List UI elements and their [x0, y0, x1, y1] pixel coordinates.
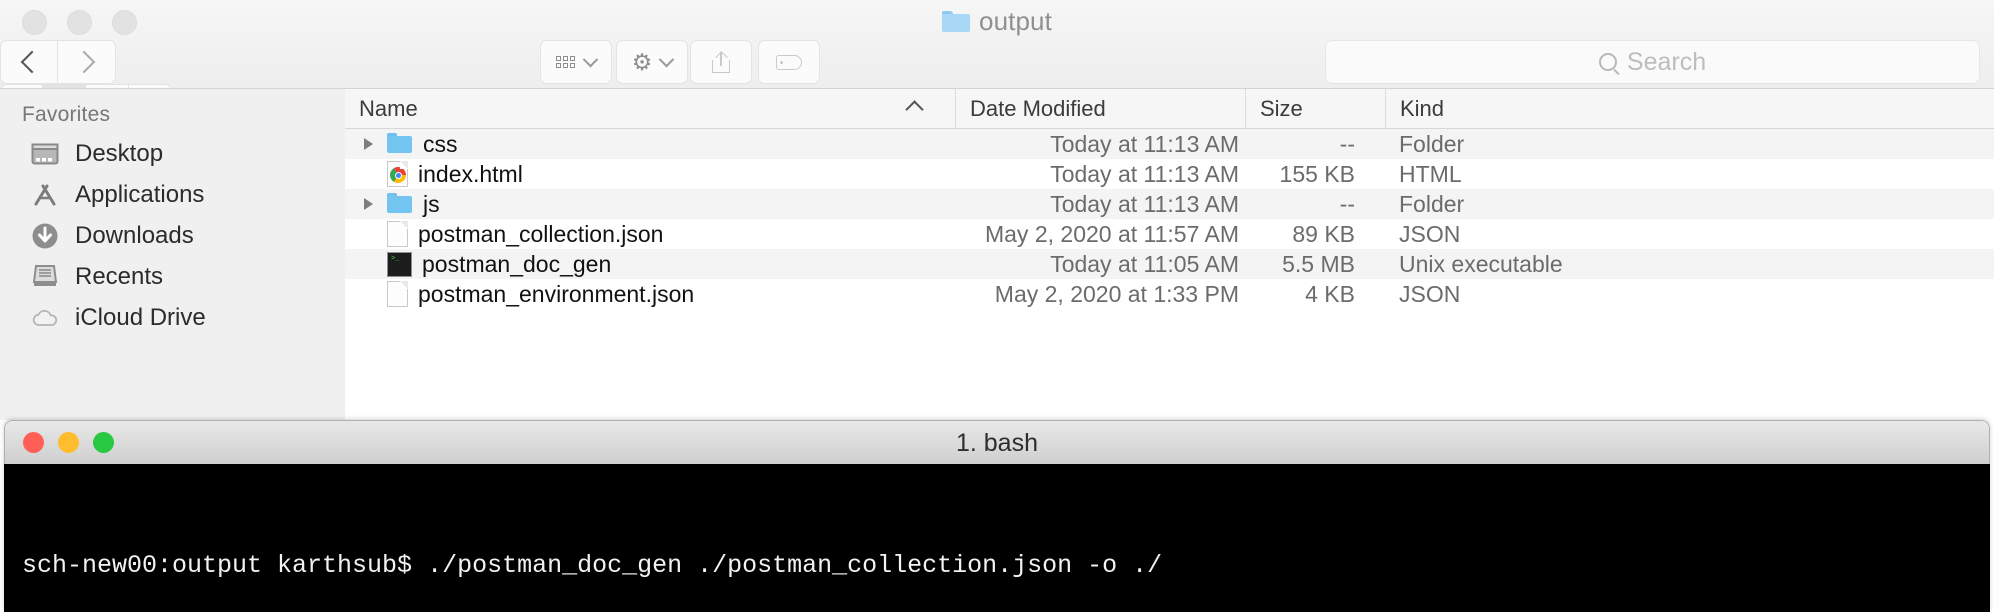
recents-icon [30, 262, 59, 291]
blank-document-icon [387, 281, 408, 307]
file-size-cell: 89 KB [1292, 220, 1355, 247]
action-menu-button[interactable]: ⚙ [616, 40, 688, 84]
file-name-cell: index.html [345, 159, 955, 189]
chevron-left-icon [20, 50, 43, 74]
sidebar-item-label: iCloud Drive [75, 303, 206, 331]
chevron-down-icon [659, 51, 675, 67]
gear-icon: ⚙ [631, 48, 653, 75]
column-header-row: Name Date Modified Size Kind [345, 89, 1994, 129]
finder-titlebar: output ⚙ Search [0, 0, 1994, 128]
sidebar-item-downloads[interactable]: Downloads [0, 215, 345, 256]
window-title: output [0, 6, 1994, 37]
file-name: postman_doc_gen [422, 250, 612, 277]
file-size-cell: 155 KB [1279, 160, 1355, 187]
file-date-cell: Today at 11:13 AM [1050, 130, 1239, 157]
file-date-cell: May 2, 2020 at 1:33 PM [994, 280, 1239, 307]
folder-icon [942, 11, 971, 32]
table-row[interactable]: postman_environment.json May 2, 2020 at … [345, 279, 1994, 309]
table-row[interactable]: js Today at 11:13 AM -- Folder [345, 189, 1994, 219]
sidebar-item-recents[interactable]: Recents [0, 256, 345, 297]
file-name-cell: postman_environment.json [345, 279, 955, 309]
folder-icon [387, 131, 413, 157]
sidebar-item-applications[interactable]: Applications [0, 174, 345, 215]
table-row[interactable]: postman_collection.json May 2, 2020 at 1… [345, 219, 1994, 249]
sidebar-item-label: Applications [75, 180, 205, 208]
search-field[interactable]: Search [1325, 40, 1980, 84]
file-name: css [423, 130, 458, 157]
share-icon [712, 50, 730, 73]
sidebar-item-desktop[interactable]: Desktop [0, 133, 345, 174]
file-size-cell: 4 KB [1305, 280, 1355, 307]
terminal-output[interactable]: sch-new00:output karthsub$ ./postman_doc… [4, 464, 1990, 612]
disclosure-triangle-icon[interactable] [359, 138, 377, 150]
finder-toolbar: ⚙ Search [0, 40, 1994, 128]
file-kind-cell: HTML [1399, 160, 1462, 187]
file-size-cell: 5.5 MB [1282, 250, 1355, 277]
screen: output ⚙ Search Favorites Desktop Applic… [0, 0, 1994, 612]
file-name: index.html [418, 160, 523, 187]
forward-button[interactable] [58, 40, 116, 84]
column-header-kind[interactable]: Kind [1385, 89, 1994, 128]
applications-icon [30, 180, 59, 209]
file-date-cell: Today at 11:13 AM [1050, 160, 1239, 187]
file-name: js [423, 190, 440, 217]
finder-sidebar: Favorites Desktop Applications Downloads [0, 88, 345, 420]
file-name-cell: postman_collection.json [345, 219, 955, 249]
terminal-title-text: 1. bash [955, 428, 1038, 457]
chevron-right-icon [72, 50, 96, 74]
tag-icon [776, 54, 802, 70]
sidebar-item-label: Desktop [75, 139, 164, 167]
file-kind-cell: JSON [1399, 220, 1461, 247]
column-header-size[interactable]: Size [1245, 89, 1385, 128]
disclosure-triangle-icon[interactable] [359, 198, 377, 210]
arrange-by-button[interactable] [540, 40, 612, 84]
terminal-window: 1. bash sch-new00:output karthsub$ ./pos… [4, 420, 1990, 612]
downloads-icon [30, 221, 59, 250]
chrome-html-document-icon [387, 161, 408, 187]
file-size-cell: -- [1339, 190, 1355, 217]
file-kind-cell: Folder [1399, 130, 1465, 157]
file-name-cell: >_ postman_doc_gen [345, 249, 955, 279]
file-name-cell: js [345, 189, 955, 219]
unix-executable-icon: >_ [387, 251, 412, 277]
column-header-name[interactable]: Name [345, 89, 955, 128]
folder-icon [387, 191, 413, 217]
finder-window: output ⚙ Search Favorites Desktop Applic… [0, 0, 1994, 420]
file-date-cell: May 2, 2020 at 11:57 AM [984, 220, 1239, 247]
file-date-cell: Today at 11:13 AM [1050, 190, 1239, 217]
sidebar-item-label: Recents [75, 262, 164, 290]
file-name: postman_collection.json [418, 220, 664, 247]
file-name: postman_environment.json [418, 280, 695, 307]
file-list: Name Date Modified Size Kind css Today a… [345, 88, 1994, 420]
share-button[interactable] [690, 40, 752, 84]
file-kind-cell: JSON [1399, 280, 1461, 307]
sidebar-section-favorites: Favorites [22, 103, 111, 126]
table-row[interactable]: css Today at 11:13 AM -- Folder [345, 129, 1994, 159]
file-date-cell: Today at 11:05 AM [1050, 250, 1239, 277]
sort-ascending-icon [905, 100, 924, 119]
chevron-down-icon [582, 51, 599, 67]
file-name-cell: css [345, 129, 955, 159]
file-kind-cell: Unix executable [1399, 250, 1563, 277]
file-size-cell: -- [1339, 130, 1355, 157]
back-button[interactable] [0, 40, 58, 84]
sidebar-item-label: Downloads [75, 221, 194, 249]
sidebar-item-icloud-drive[interactable]: iCloud Drive [0, 297, 345, 338]
terminal-titlebar: 1. bash [4, 420, 1990, 464]
table-row[interactable]: index.html Today at 11:13 AM 155 KB HTML [345, 159, 1994, 189]
column-header-date-modified[interactable]: Date Modified [955, 89, 1245, 128]
arrange-icon [556, 56, 575, 68]
table-row[interactable]: >_ postman_doc_gen Today at 11:05 AM 5.5… [345, 249, 1994, 279]
blank-document-icon [387, 221, 408, 247]
search-icon [1598, 53, 1617, 71]
window-title-text: output [979, 6, 1052, 36]
desktop-icon [30, 139, 59, 168]
edit-tags-button[interactable] [758, 40, 820, 84]
file-kind-cell: Folder [1399, 190, 1465, 217]
icloud-drive-icon [30, 303, 59, 332]
terminal-line: sch-new00:output karthsub$ ./postman_doc… [22, 551, 1163, 580]
search-placeholder: Search [1626, 47, 1707, 76]
